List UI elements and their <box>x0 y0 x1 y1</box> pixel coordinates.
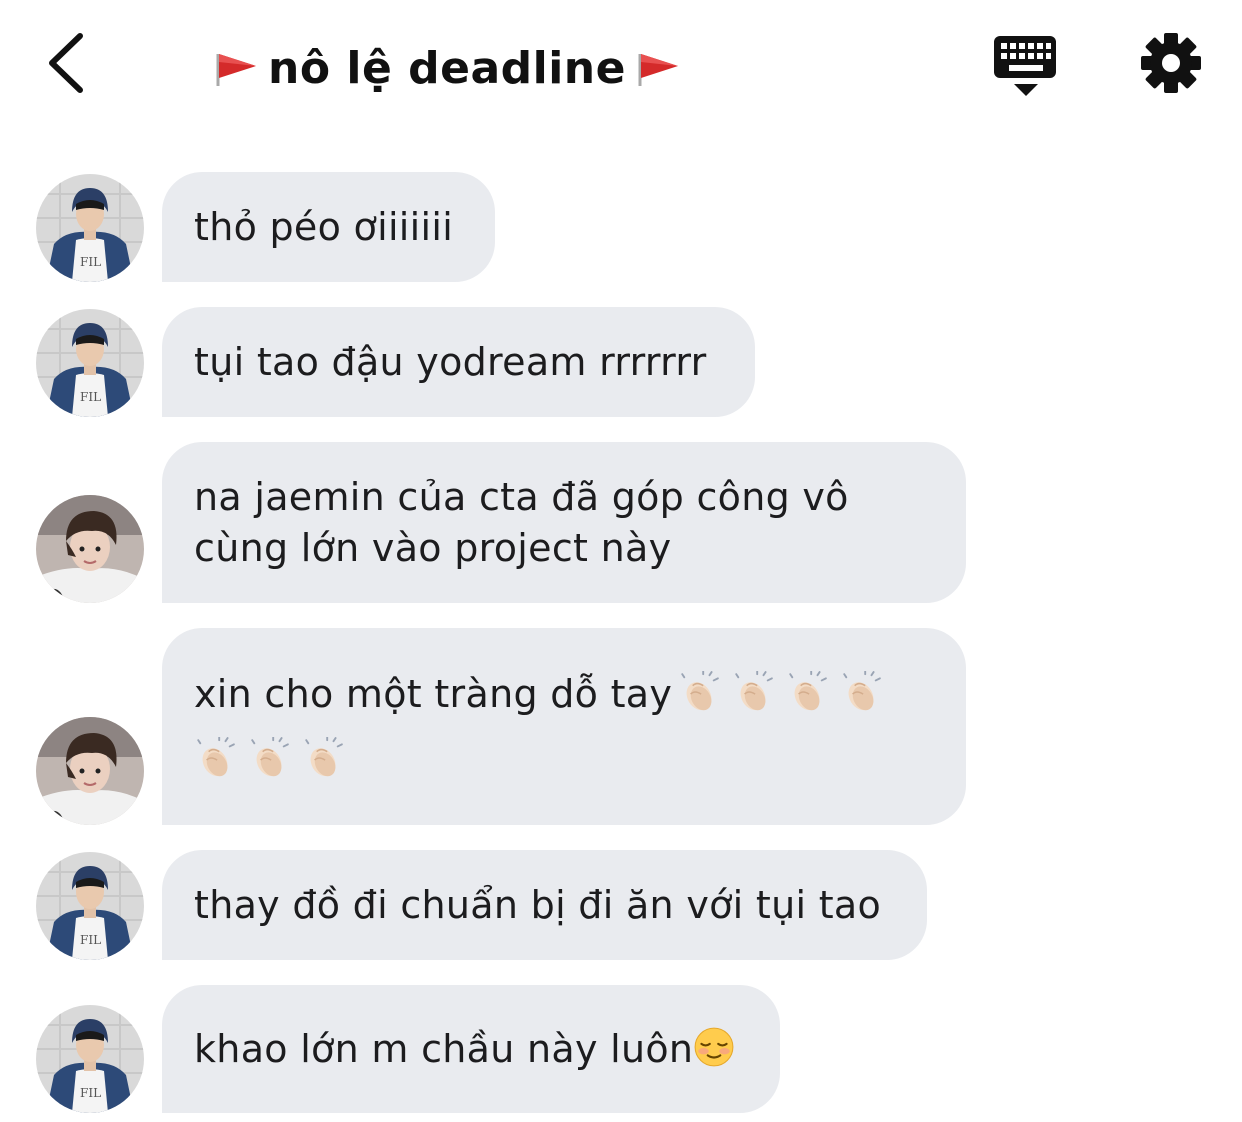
keyboard-button[interactable] <box>992 34 1060 98</box>
avatar[interactable] <box>36 309 144 417</box>
avatar[interactable] <box>36 852 144 960</box>
message-bubble[interactable]: xin cho một tràng dỗ tay <box>162 628 966 825</box>
avatar-hooded-boy <box>36 852 144 960</box>
message-content: khao lớn m chầu này luôn <box>194 1024 741 1075</box>
message-text: khao lớn m chầu này luôn <box>194 1026 694 1071</box>
message-row: khao lớn m chầu này luôn <box>0 985 1242 1113</box>
message-text: thay đồ đi chuẩn bị đi ăn với tụi tao <box>194 882 882 927</box>
message-text: na jaemin của cta đã góp công vô cùng lớ… <box>194 474 849 570</box>
message-text: tụi tao đậu yodream rrrrrrr <box>194 339 707 384</box>
avatar[interactable] <box>36 174 144 282</box>
message-bubble[interactable]: tụi tao đậu yodream rrrrrrr <box>162 307 755 417</box>
clapping-hands-icon <box>196 736 235 779</box>
avatar-selfie-boy <box>36 717 144 825</box>
back-button[interactable] <box>40 28 100 98</box>
chevron-left-icon <box>49 33 83 93</box>
triangular-flag-icon <box>216 54 256 86</box>
clapping-hands-icon <box>842 670 882 713</box>
avatar-hooded-boy <box>36 1005 144 1113</box>
clapping-hands-icon <box>788 670 828 713</box>
message-content: xin cho một tràng dỗ tay <box>194 661 888 793</box>
clapping-hands-icon <box>250 736 289 779</box>
gear-icon <box>1141 33 1201 93</box>
avatar[interactable] <box>36 717 144 825</box>
message-bubble[interactable]: thay đồ đi chuẩn bị đi ăn với tụi tao <box>162 850 927 960</box>
message-row: thay đồ đi chuẩn bị đi ăn với tụi tao <box>0 850 1242 960</box>
settings-button[interactable] <box>1138 30 1204 96</box>
clapping-hands-icon <box>680 670 720 713</box>
relieved-face-icon <box>694 1026 735 1067</box>
message-row: thỏ péo ơiiiiiii <box>0 172 1242 282</box>
message-text: xin cho một tràng dỗ tay <box>194 671 673 716</box>
avatar[interactable] <box>36 1005 144 1113</box>
clapping-hands-icon <box>734 670 774 713</box>
triangular-flag-icon <box>638 54 678 86</box>
chat-title-text: nô lệ deadline <box>268 42 626 94</box>
clapping-hands-icon <box>304 736 343 779</box>
chat-title[interactable]: nô lệ deadline <box>212 36 682 100</box>
avatar-hooded-boy <box>36 309 144 417</box>
message-bubble[interactable]: na jaemin của cta đã góp công vô cùng lớ… <box>162 442 966 603</box>
message-bubble[interactable]: khao lớn m chầu này luôn <box>162 985 780 1113</box>
message-row: tụi tao đậu yodream rrrrrrr <box>0 307 1242 417</box>
keyboard-icon <box>994 36 1056 96</box>
message-row: na jaemin của cta đã góp công vô cùng lớ… <box>0 442 1242 603</box>
message-row: xin cho một tràng dỗ tay <box>0 628 1242 825</box>
chat-header: nô lệ deadline <box>0 0 1242 130</box>
message-bubble[interactable]: thỏ péo ơiiiiiii <box>162 172 495 282</box>
avatar[interactable] <box>36 495 144 603</box>
avatar-hooded-boy <box>36 174 144 282</box>
message-text: thỏ péo ơiiiiiii <box>194 204 454 249</box>
avatar-selfie-boy <box>36 495 144 603</box>
